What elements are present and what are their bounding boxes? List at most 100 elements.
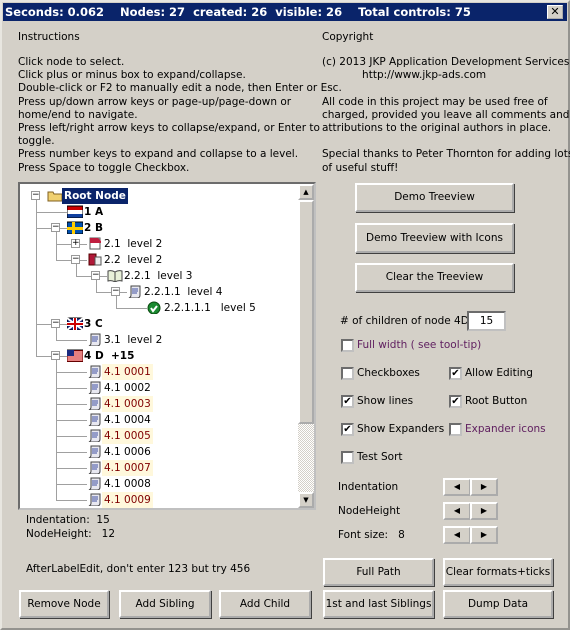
tree-node[interactable]: − 2.2.1 level 3 xyxy=(20,268,298,284)
collapse-box-icon[interactable]: − xyxy=(51,319,60,328)
tree-node-label: 4.1 0006 xyxy=(104,446,151,458)
instructions-heading: Instructions xyxy=(18,31,80,43)
tree-node[interactable]: 4.1 0003 xyxy=(20,396,298,412)
show-expanders-label[interactable]: Show Expanders xyxy=(357,423,444,435)
scroll-down-button[interactable]: ▼ xyxy=(298,492,314,508)
add-sibling-button[interactable]: Add Sibling xyxy=(119,590,211,618)
book-open-icon xyxy=(107,269,123,283)
check-icon xyxy=(147,301,163,315)
tree-node[interactable]: 4.1 0007 xyxy=(20,460,298,476)
full-path-button[interactable]: Full Path xyxy=(323,558,434,586)
root-button-checkbox[interactable]: ✔ xyxy=(449,395,462,408)
demo-treeview-button[interactable]: Demo Treeview xyxy=(355,183,514,212)
instructions-line: Press left/right arrow keys to collapse/… xyxy=(18,121,320,134)
nodeheight-increase-button[interactable]: ▶ xyxy=(470,502,498,520)
copyright-heading: Copyright xyxy=(322,31,374,43)
tree-node[interactable]: − 2 B xyxy=(20,220,298,236)
tree-node-label: 3 C xyxy=(84,318,103,330)
test-sort-checkbox[interactable] xyxy=(341,451,354,464)
after-label-edit-text: AfterLabelEdit, don't enter 123 but try … xyxy=(26,563,251,575)
checkboxes-label[interactable]: Checkboxes xyxy=(357,367,420,379)
scroll-up-button[interactable]: ▲ xyxy=(298,184,314,200)
allow-editing-checkbox[interactable]: ✔ xyxy=(449,367,462,380)
flag-us-icon xyxy=(66,349,84,363)
font-size-label: Font size: 8 xyxy=(338,529,405,541)
test-sort-label[interactable]: Test Sort xyxy=(357,451,403,463)
collapse-box-icon[interactable]: − xyxy=(91,271,100,280)
checkboxes-checkbox[interactable] xyxy=(341,367,354,380)
expander-icons-checkbox[interactable] xyxy=(449,423,462,436)
tree-node[interactable]: − Root Node xyxy=(20,188,298,204)
tree-node[interactable]: 3.1 level 2 xyxy=(20,332,298,348)
tree-node[interactable]: − 3 C xyxy=(20,316,298,332)
tree-node-label: 2 B xyxy=(84,222,103,234)
clear-treeview-button[interactable]: Clear the Treeview xyxy=(355,263,514,292)
close-button[interactable]: ✕ xyxy=(547,5,563,19)
tree-node[interactable]: +2.1 level 2 xyxy=(20,236,298,252)
tree-node[interactable]: 4.1 0008 xyxy=(20,476,298,492)
tree-node[interactable]: 4.1 0005 xyxy=(20,428,298,444)
title-text: Seconds: 0.062 Nodes: 27 created: 26 vis… xyxy=(5,5,471,19)
tree-node-label: 4.1 0009 xyxy=(102,492,153,508)
tree-node-label: 2.2.1.1 level 4 xyxy=(144,286,223,298)
add-child-button[interactable]: Add Child xyxy=(219,590,311,618)
show-lines-checkbox[interactable]: ✔ xyxy=(341,395,354,408)
remove-node-button[interactable]: Remove Node xyxy=(19,590,109,618)
tree-node-label: 4.1 0001 xyxy=(102,364,153,380)
vertical-scrollbar[interactable]: ▲ ▼ xyxy=(298,184,314,508)
children-count-input[interactable]: 15 xyxy=(467,311,506,331)
tree-node[interactable]: 4.1 0002 xyxy=(20,380,298,396)
flag-uk-icon xyxy=(66,317,84,331)
tree-node[interactable]: 4.1 0004 xyxy=(20,412,298,428)
indentation-decrease-button[interactable]: ◀ xyxy=(443,478,471,496)
allow-editing-label[interactable]: Allow Editing xyxy=(465,367,533,379)
clear-formats-button[interactable]: Clear formats+ticks xyxy=(443,558,553,586)
copyright-line xyxy=(322,135,570,148)
tree-node-label: 2.2.1 level 3 xyxy=(124,270,193,282)
flag-nl-icon xyxy=(66,205,84,219)
tree-node-label: 4.1 0007 xyxy=(102,460,153,476)
collapse-box-icon[interactable]: − xyxy=(51,351,60,360)
show-lines-label[interactable]: Show lines xyxy=(357,395,413,407)
copyright-line: (c) 2013 JKP Application Development Ser… xyxy=(322,56,570,68)
tree-node[interactable]: − 4 D +15 xyxy=(20,348,298,364)
tree-node[interactable]: 2.2.1.1.1 level 5 xyxy=(20,300,298,316)
scroll-thumb[interactable] xyxy=(298,200,314,424)
tree-node[interactable]: 4.1 0009 xyxy=(20,492,298,508)
tree-node[interactable]: − 2.2.1.1 level 4 xyxy=(20,284,298,300)
demo-treeview-icons-button[interactable]: Demo Treeview with Icons xyxy=(355,223,514,253)
expander-icons-label[interactable]: Expander icons xyxy=(465,423,546,435)
book-closed-icon xyxy=(87,237,103,250)
tree-node[interactable]: 1 A xyxy=(20,204,298,220)
full-width-checkbox[interactable] xyxy=(341,339,354,352)
flag-se-icon xyxy=(66,221,84,235)
tree-node-label: 4 D +15 xyxy=(84,350,135,362)
tree-node[interactable]: 4.1 0001 xyxy=(20,364,298,380)
scroll-icon xyxy=(87,333,103,347)
tree-node-label: 2.1 level 2 xyxy=(104,238,163,250)
tree-node[interactable]: − 2.2 level 2 xyxy=(20,252,298,268)
expand-box-icon[interactable]: + xyxy=(71,239,80,248)
root-button-label[interactable]: Root Button xyxy=(465,395,527,407)
scroll-icon xyxy=(87,493,103,507)
collapse-box-icon[interactable]: − xyxy=(71,255,80,264)
first-last-siblings-button[interactable]: 1st and last Siblings xyxy=(323,590,434,618)
full-width-label[interactable]: Full width ( see tool-tip) xyxy=(357,339,481,351)
nodeheight-decrease-button[interactable]: ◀ xyxy=(443,502,471,520)
dump-data-button[interactable]: Dump Data xyxy=(443,590,553,618)
collapse-box-icon[interactable]: − xyxy=(51,223,60,232)
instructions-text: Click node to select. Click plus or minus… xyxy=(18,56,342,175)
collapse-box-icon[interactable]: − xyxy=(111,287,120,296)
collapse-box-icon[interactable]: − xyxy=(31,191,40,200)
treeview[interactable]: − Root Node 1 A −2 B +2.1 level 2−2.2 level … xyxy=(18,182,316,510)
book-red-icon xyxy=(87,253,103,266)
tree-node[interactable]: 4.1 0006 xyxy=(20,444,298,460)
copyright-line: charged, provided you leave all comments… xyxy=(322,108,570,121)
font-size-increase-button[interactable]: ▶ xyxy=(470,526,498,544)
indentation-increase-button[interactable]: ▶ xyxy=(470,478,498,496)
show-expanders-checkbox[interactable]: ✔ xyxy=(341,423,354,436)
font-size-decrease-button[interactable]: ◀ xyxy=(443,526,471,544)
children-count-label: # of children of node 4D xyxy=(340,315,469,327)
title-bar: Seconds: 0.062 Nodes: 27 created: 26 vis… xyxy=(3,3,567,21)
tree-node-label: 4.1 0003 xyxy=(102,396,153,412)
